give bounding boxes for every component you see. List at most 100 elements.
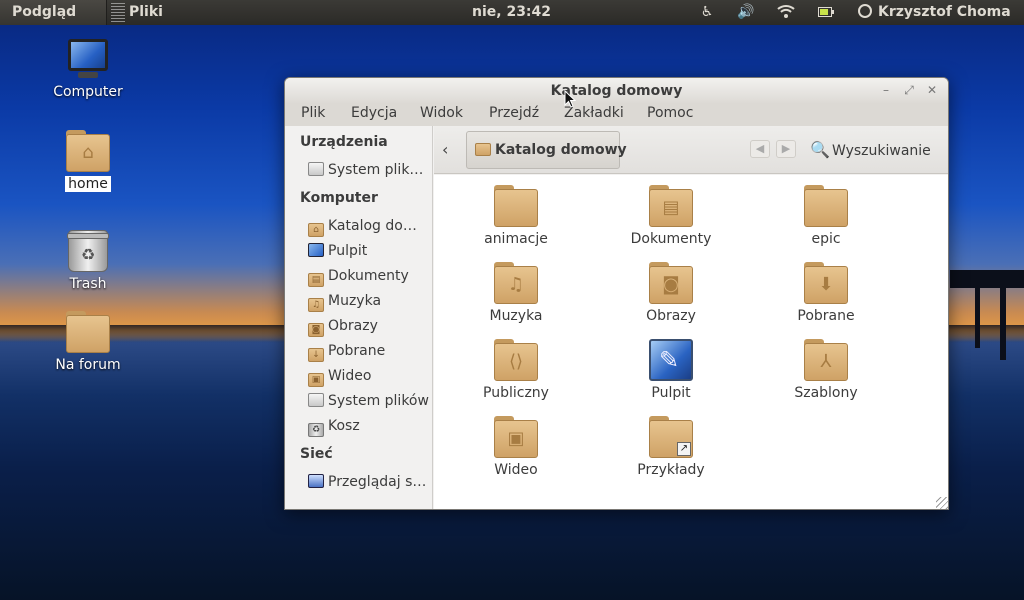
file-item-publiczny[interactable]: ⟨⟩ Publiczny: [456, 339, 576, 401]
sidebar-item-pictures[interactable]: ◙ Obrazy: [308, 318, 431, 338]
sidebar-item-trash[interactable]: ♻ Kosz: [308, 418, 431, 438]
accessibility-icon[interactable]: ♿: [697, 0, 717, 25]
menu-plik[interactable]: Plik: [301, 105, 325, 121]
desktop-icon-label: Trash: [69, 276, 107, 292]
sidebar-item-label: Pulpit: [328, 243, 368, 259]
file-item-muzyka[interactable]: ♫ Muzyka: [456, 262, 576, 324]
sidebar-item-label: Muzyka: [328, 293, 382, 309]
chevron-left-icon[interactable]: ‹: [442, 140, 456, 159]
battery-icon[interactable]: [816, 0, 836, 25]
volume-icon[interactable]: 🔊: [736, 0, 756, 25]
downloads-folder-icon: ⬇: [804, 262, 848, 304]
file-item-pulpit[interactable]: ✎ Pulpit: [611, 339, 731, 401]
path-button-home[interactable]: Katalog domowy: [466, 131, 627, 169]
sidebar-item-music[interactable]: ♫ Muzyka: [308, 293, 431, 313]
current-app-label[interactable]: Pliki: [107, 0, 197, 25]
sidebar-item-label: System plik…: [328, 162, 424, 178]
app-menu-button[interactable]: Podgląd: [0, 0, 107, 25]
pier-post: [1000, 270, 1006, 360]
sidebar-item-home[interactable]: ⌂ Katalog do…: [308, 218, 431, 238]
home-folder-icon: ⌂: [66, 130, 110, 172]
file-item-label: animacje: [484, 231, 548, 247]
sidebar-heading-network: Sieć: [300, 446, 333, 462]
sidebar-item-label: Katalog do…: [328, 218, 417, 234]
close-icon[interactable]: ✕: [925, 83, 939, 97]
sidebar-item-browse-network[interactable]: Przeglądaj s…: [308, 474, 431, 494]
network-icon: [308, 474, 324, 488]
sidebar-item-documents[interactable]: ▤ Dokumenty: [308, 268, 431, 288]
top-panel: Podgląd Pliki nie, 23:42 ♿ 🔊 Krzysztof C…: [0, 0, 1024, 25]
folder-icon: [66, 311, 110, 353]
menu-widok[interactable]: Widok: [420, 105, 463, 121]
file-grid: animacje ▤ Dokumenty epic ♫ Muzyka ◙ Obr…: [434, 175, 948, 509]
desktop-icon-label: Computer: [53, 84, 123, 100]
mouse-pointer-icon: [564, 90, 576, 108]
file-item-przyklady[interactable]: ↗ Przykłady: [611, 416, 731, 478]
path-button-label: Katalog domowy: [495, 142, 627, 158]
forward-arrow-icon[interactable]: ▶: [776, 140, 796, 158]
file-item-obrazy[interactable]: ◙ Obrazy: [611, 262, 731, 324]
sidebar-item-downloads[interactable]: ↓ Pobrane: [308, 343, 431, 363]
window-titlebar[interactable]: Katalog domowy – ⤢ ✕: [285, 78, 948, 104]
chat-status-icon: [858, 4, 872, 18]
current-app-name: Pliki: [129, 4, 163, 20]
folder-icon: [494, 185, 538, 227]
back-arrow-icon[interactable]: ◀: [750, 140, 770, 158]
home-folder-icon: [475, 143, 491, 156]
resize-grip-icon[interactable]: [936, 497, 948, 509]
file-item-epic[interactable]: epic: [766, 185, 886, 247]
sidebar-item-label: Wideo: [328, 368, 372, 384]
sidebar-item-label: Obrazy: [328, 318, 378, 334]
file-item-label: Wideo: [494, 462, 538, 478]
drive-icon: [308, 393, 324, 407]
desktop-icon-na-forum[interactable]: Na forum: [43, 311, 133, 373]
sidebar-item-filesystem[interactable]: System plików: [308, 393, 431, 413]
sidebar-item-label: Dokumenty: [328, 268, 409, 284]
menu-przejdz[interactable]: Przejdź: [489, 105, 539, 121]
link-folder-icon: ↗: [649, 416, 693, 458]
sidebar-heading-devices: Urządzenia: [300, 134, 388, 150]
launcher-grip-icon: [111, 3, 125, 22]
sidebar-item-label: Pobrane: [328, 343, 386, 359]
sidebar-item-filesystem-device[interactable]: System plik…: [308, 162, 431, 182]
file-item-pobrane[interactable]: ⬇ Pobrane: [766, 262, 886, 324]
desktop-icon-home[interactable]: ⌂ home: [43, 130, 133, 192]
desktop-icon-trash[interactable]: ♻ Trash: [43, 230, 133, 292]
menu-pomoc[interactable]: Pomoc: [647, 105, 693, 121]
music-folder-icon: ♫: [308, 298, 324, 312]
menubar: Plik Edycja Widok Przejdź Zakładki Pomoc: [285, 104, 948, 126]
file-item-label: Muzyka: [489, 308, 543, 324]
maximize-icon[interactable]: ⤢: [902, 83, 916, 97]
clock[interactable]: nie, 23:42: [472, 0, 551, 25]
file-item-label: Szablony: [794, 385, 858, 401]
file-item-animacje[interactable]: animacje: [456, 185, 576, 247]
downloads-folder-icon: ↓: [308, 348, 324, 362]
sidebar-item-videos[interactable]: ▣ Wideo: [308, 368, 431, 388]
desktop-icon-computer[interactable]: Computer: [43, 38, 133, 100]
file-item-label: Pulpit: [651, 385, 691, 401]
file-item-label: Publiczny: [483, 385, 549, 401]
minimize-icon[interactable]: –: [879, 83, 893, 97]
drive-icon: [308, 162, 324, 176]
file-manager-window: Katalog domowy – ⤢ ✕ Plik Edycja Widok P…: [284, 77, 949, 510]
trash-icon: ♻: [67, 230, 109, 272]
search-label: Wyszukiwanie: [832, 143, 931, 159]
file-item-wideo[interactable]: ▣ Wideo: [456, 416, 576, 478]
wifi-icon[interactable]: [776, 0, 796, 25]
user-menu[interactable]: Krzysztof Choma: [858, 0, 1011, 25]
file-item-dokumenty[interactable]: ▤ Dokumenty: [611, 185, 731, 247]
sidebar-item-label: Przeglądaj s…: [328, 474, 427, 490]
sidebar-item-label: System plików: [328, 393, 429, 409]
templates-folder-icon: ⅄: [804, 339, 848, 381]
menu-edycja[interactable]: Edycja: [351, 105, 397, 121]
sidebar-heading-computer: Komputer: [300, 190, 378, 206]
file-item-szablony[interactable]: ⅄ Szablony: [766, 339, 886, 401]
pier-deck: [950, 270, 1024, 288]
pier-post: [975, 278, 980, 348]
search-button[interactable]: 🔍 Wyszukiwanie: [810, 140, 931, 159]
desktop-icon-label: home: [65, 176, 111, 192]
sidebar-item-desktop[interactable]: Pulpit: [308, 243, 431, 263]
folder-icon: [804, 185, 848, 227]
pictures-folder-icon: ◙: [308, 323, 324, 337]
file-item-label: Przykłady: [637, 462, 705, 478]
